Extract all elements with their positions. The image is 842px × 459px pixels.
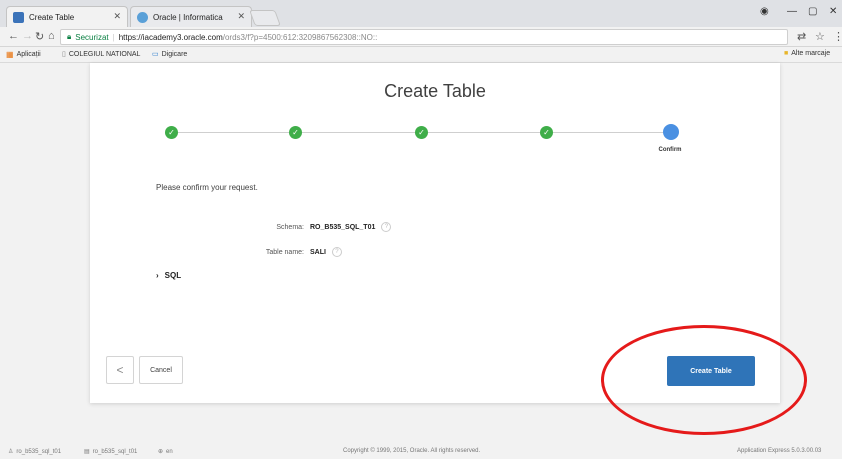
wizard-step-label: Confirm [658,147,682,153]
address-bar: ← → ↻ ⌂ 🔒︎ Securizat | https://iacademy3… [0,27,842,47]
lock-icon: 🔒︎ [67,32,72,41]
footer-schema: ▤ ro_b535_sql_t01 [84,448,138,456]
security-label: Securizat [75,32,109,42]
previous-button[interactable]: < [106,356,134,384]
menu-icon[interactable]: ⋮ [833,30,842,43]
bookmark-apps[interactable]: ▦ Aplicații [6,50,41,59]
wizard-step-complete: ✓ [289,126,302,139]
footer-language[interactable]: ⊕ en [158,448,173,456]
separator: | [112,32,115,42]
minimize-icon[interactable]: — [787,6,797,17]
help-icon[interactable]: ? [331,247,342,257]
bookmark-label: COLEGIUL NATIONAL [68,50,141,58]
reload-icon[interactable]: ↻ [35,30,44,43]
create-table-button[interactable]: Create Table [667,356,755,386]
footer: ♙ ro_b535_sql_t01 ▤ ro_b535_sql_t01 ⊕ en… [0,445,842,459]
close-tab-icon[interactable]: ✕ [237,11,245,22]
bookmarks-bar: ▦ Aplicații ▯ COLEGIUL NATIONAL ▭ Digica… [0,47,842,63]
url-path: /ords3/f?p=4500:612:3209867562308::NO:: [222,32,378,42]
footer-version: Application Express 5.0.3.00.03 [737,448,822,454]
database-icon: ▤ [84,449,90,455]
home-icon[interactable]: ⌂ [48,30,55,42]
tab-title: Oracle | Informatica [153,12,223,22]
table-name-value: SALI [310,248,326,256]
back-icon[interactable]: ← [8,30,19,42]
wizard-step-current [663,124,679,140]
schema-value: RO_B535_SQL_T01 [310,223,376,231]
bookmark-label: Digicare [161,50,188,58]
field-label: Schema: [276,223,304,231]
digicare-icon: ▭ [152,51,159,58]
bookmark-digicare[interactable]: ▭ Digicare [152,50,188,59]
field-label: Table name: [265,248,304,256]
close-tab-icon[interactable]: ✕ [113,11,121,22]
close-window-icon[interactable]: ✕ [829,6,837,17]
chevron-right-icon: › [156,271,159,280]
oracle-favicon-icon [137,12,148,23]
wizard-step-complete: ✓ [540,126,553,139]
sql-toggle[interactable]: › SQL [156,271,181,280]
tab-create-table[interactable]: Create Table ✕ [6,6,128,27]
globe-icon: ⊕ [158,449,164,455]
cancel-button[interactable]: Cancel [139,356,183,384]
bookmark-label: Alte marcaje [791,50,831,57]
tab-title: Create Table [29,12,75,22]
bookmark-colegiul[interactable]: ▯ COLEGIUL NATIONAL [62,50,141,59]
table-name-row: Table name: SALI ? [210,247,342,257]
apps-grid-icon: ▦ [6,50,14,59]
wizard-step-complete: ✓ [165,126,178,139]
url-input[interactable]: 🔒︎ Securizat | https://iacademy3.oracle.… [60,29,788,45]
page-icon: ▯ [62,51,66,58]
footer-user: ♙ ro_b535_sql_t01 [8,448,62,456]
user-icon: ♙ [8,449,14,455]
sql-toggle-label: SQL [164,271,182,280]
create-table-dialog: Create Table ✓ ✓ ✓ ✓ Confirm Please conf… [90,63,780,403]
forward-icon[interactable]: → [22,30,33,42]
footer-copyright: Copyright © 1999, 2015, Oracle. All righ… [343,448,481,454]
footer-schema-label: ro_b535_sql_t01 [92,448,138,455]
bookmark-star-icon[interactable]: ☆ [815,30,825,43]
new-tab-button[interactable] [249,10,281,26]
page-content: Create Table ✓ ✓ ✓ ✓ Confirm Please conf… [0,63,842,459]
browser-tab-bar: Create Table ✕ Oracle | Informatica ✕ ◉ … [0,0,842,27]
bookmark-label: Aplicații [16,51,41,58]
url-host: https://iacademy3.oracle.com [118,32,223,42]
help-icon[interactable]: ? [381,222,392,232]
schema-row: Schema: RO_B535_SQL_T01 ? [210,222,392,232]
confirm-message: Please confirm your request. [156,183,258,192]
maximize-icon[interactable]: ▢ [808,6,817,17]
translate-icon[interactable]: ⇄ [797,30,806,43]
bookmark-other[interactable]: ■ Alte marcaje [784,50,830,57]
dialog-title: Create Table [384,81,486,101]
profile-icon[interactable]: ◉ [760,6,769,17]
footer-language-label: en [166,448,173,455]
tab-oracle-informatica[interactable]: Oracle | Informatica ✕ [130,6,252,27]
wizard-step-complete: ✓ [415,126,428,139]
apex-favicon-icon [13,12,24,23]
folder-icon: ■ [784,50,789,57]
footer-user-label: ro_b535_sql_t01 [16,448,62,455]
